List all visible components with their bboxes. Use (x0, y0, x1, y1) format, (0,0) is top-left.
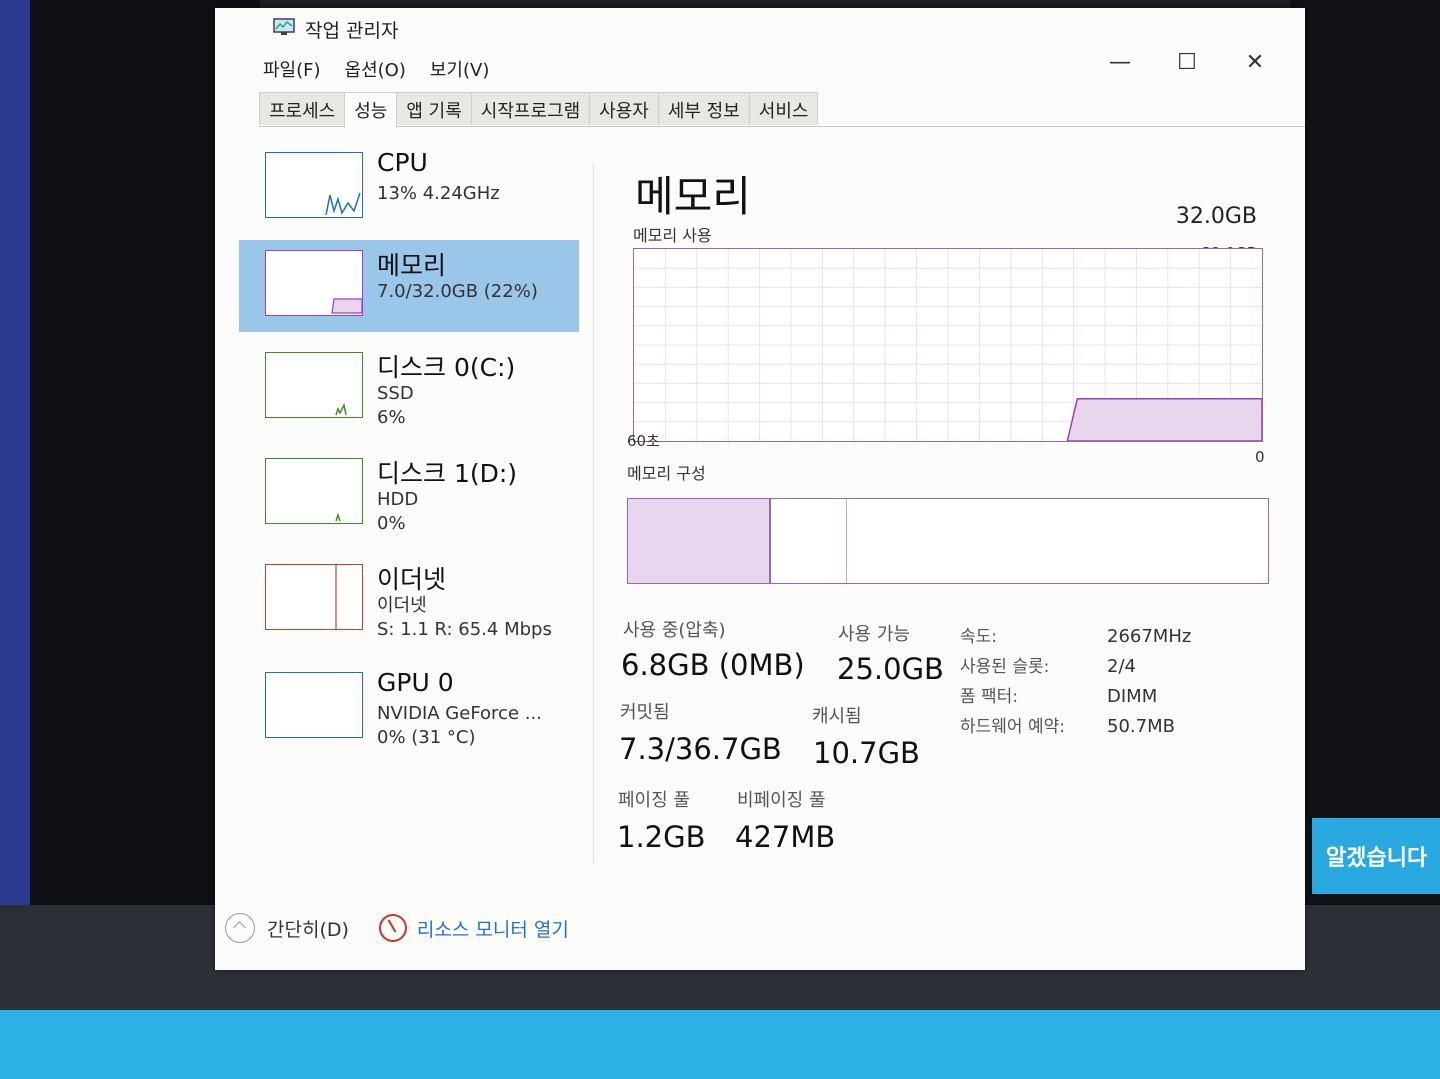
tab-details[interactable]: 세부 정보 (657, 92, 750, 125)
sidebar-item-ethernet[interactable]: 이더넷 이더넷 S: 1.1 R: 65.4 Mbps (239, 554, 579, 646)
disk1-mini-graph (335, 512, 341, 522)
cached-value: 10.7GB (813, 736, 920, 770)
sidebar-item-detail: 7.0/32.0GB (22%) (377, 281, 538, 302)
usage-graph-label: 메모리 사용 (633, 226, 712, 245)
committed-label: 커밋됨 (620, 702, 670, 723)
sidebar-item-title: CPU (377, 148, 428, 177)
cpu-mini-graph (325, 192, 361, 216)
task-manager-window: 작업 관리자 — ☐ ✕ 파일(F) 옵션(O) 보기(V) 프로세스 성능 앱… (215, 8, 1305, 970)
disk0-type: SSD (377, 383, 414, 404)
title-bar: 작업 관리자 — ☐ ✕ (215, 8, 1305, 75)
ethernet-thumbnail (265, 564, 363, 630)
spec-hw-reserved-value: 50.7MB (1107, 716, 1175, 737)
ethernet-throughput: S: 1.1 R: 65.4 Mbps (377, 619, 552, 640)
memory-usage-area (1066, 398, 1262, 441)
paged-pool-label: 페이징 풀 (618, 790, 690, 811)
sidebar-item-detail: 13% 4.24GHz (377, 183, 500, 204)
composition-standby (845, 499, 847, 583)
spec-hw-reserved-label: 하드웨어 예약: (960, 717, 1065, 737)
available-value: 25.0GB (837, 652, 944, 686)
graph-time-label: 60초 (627, 432, 660, 450)
spec-slots-label: 사용된 슬롯: (960, 657, 1050, 677)
disk0-thumbnail (265, 352, 363, 418)
graph-min-label: 0 (1255, 448, 1265, 466)
menu-bar: 파일(F) 옵션(O) 보기(V) (263, 56, 489, 86)
gpu-thumbnail (265, 672, 363, 738)
resource-monitor-link[interactable]: 리소스 모니터 열기 (417, 915, 569, 942)
nonpaged-pool-value: 427MB (735, 820, 836, 854)
in-use-value: 6.8GB (0MB) (621, 648, 805, 682)
page-title: 메모리 (635, 172, 751, 221)
tab-app-history[interactable]: 앱 기록 (396, 92, 472, 125)
confirm-button[interactable]: 알겠습니다 (1312, 818, 1440, 894)
footer: 간단히(D) 리소스 모니터 열기 (225, 913, 569, 943)
desktop-bottom (0, 1010, 1440, 1079)
sidebar-item-disk1[interactable]: 디스크 1(D:) HDD 0% (239, 448, 579, 540)
disk1-usage: 0% (377, 513, 406, 534)
available-label: 사용 가능 (838, 624, 910, 645)
task-manager-icon (273, 18, 295, 35)
sidebar-item-detail: SSD 6% (377, 382, 414, 430)
close-button[interactable]: ✕ (1235, 50, 1275, 75)
spec-slots-value: 2/4 (1107, 656, 1136, 677)
tab-services[interactable]: 서비스 (748, 92, 819, 125)
collapse-chevron-icon[interactable] (225, 913, 255, 943)
sidebar-item-title: GPU 0 (377, 668, 454, 697)
spec-form-factor-label: 폼 팩터: (960, 687, 1019, 707)
ethernet-adapter: 이더넷 (377, 595, 427, 616)
cached-label: 캐시됨 (812, 706, 862, 727)
tab-processes[interactable]: 프로세스 (259, 92, 346, 125)
menu-file[interactable]: 파일(F) (263, 56, 321, 86)
nonpaged-pool-label: 비페이징 풀 (737, 790, 826, 811)
total-capacity: 32.0GB (1175, 204, 1257, 229)
menu-view[interactable]: 보기(V) (430, 56, 489, 86)
committed-value: 7.3/36.7GB (619, 732, 782, 766)
minimize-button[interactable]: — (1100, 50, 1140, 75)
maximize-button[interactable]: ☐ (1167, 50, 1207, 75)
spec-speed-value: 2667MHz (1107, 626, 1192, 647)
gpu-usage: 0% (31 °C) (377, 727, 476, 748)
panel-divider (593, 163, 594, 863)
sidebar-item-gpu[interactable]: GPU 0 NVIDIA GeForce ... 0% (31 °C) (239, 662, 579, 754)
ethernet-mini-graph (335, 565, 337, 629)
gpu-name: NVIDIA GeForce ... (377, 703, 542, 724)
menu-options[interactable]: 옵션(O) (345, 56, 406, 86)
sidebar-item-disk0[interactable]: 디스크 0(C:) SSD 6% (239, 342, 579, 434)
in-use-label: 사용 중(압축) (623, 620, 726, 641)
disk1-type: HDD (377, 489, 419, 510)
tab-strip: 프로세스 성능 앱 기록 시작프로그램 사용자 세부 정보 서비스 (259, 92, 1305, 128)
cpu-thumbnail (265, 152, 363, 218)
sidebar-item-detail: NVIDIA GeForce ... 0% (31 °C) (377, 702, 542, 750)
paged-pool-value: 1.2GB (617, 820, 706, 854)
sidebar-item-detail: HDD 0% (377, 488, 418, 536)
sidebar-item-title: 디스크 0(C:) (377, 353, 516, 382)
sidebar-item-title: 이더넷 (377, 565, 447, 594)
spec-speed-label: 속도: (960, 627, 998, 647)
sidebar-item-title: 디스크 1(D:) (377, 459, 518, 488)
memory-composition-bar (627, 498, 1269, 584)
memory-usage-plot (634, 249, 1262, 441)
tab-startup[interactable]: 시작프로그램 (470, 92, 591, 125)
sidebar-item-title: 메모리 (377, 251, 447, 280)
performance-sidebar: CPU 13% 4.24GHz 메모리 7.0/32.0GB (22%) 디스크… (239, 142, 584, 902)
disk0-mini-graph (335, 402, 347, 416)
disk1-thumbnail (265, 458, 363, 524)
memory-usage-graph (633, 248, 1263, 442)
composition-label: 메모리 구성 (627, 464, 706, 483)
composition-in-use (628, 499, 771, 583)
resource-monitor-icon (378, 914, 407, 942)
disk0-usage: 6% (377, 407, 406, 428)
memory-mini-graph (331, 298, 363, 314)
memory-thumbnail (265, 250, 363, 316)
sidebar-item-detail: 이더넷 S: 1.1 R: 65.4 Mbps (377, 594, 552, 642)
sidebar-item-memory[interactable]: 메모리 7.0/32.0GB (22%) (239, 240, 579, 332)
window-title: 작업 관리자 (305, 20, 399, 42)
spec-form-factor-value: DIMM (1107, 686, 1158, 707)
fewer-details-link[interactable]: 간단히(D) (267, 915, 349, 942)
tab-users[interactable]: 사용자 (589, 92, 659, 125)
tab-performance[interactable]: 성능 (344, 92, 398, 128)
sidebar-item-cpu[interactable]: CPU 13% 4.24GHz (239, 142, 579, 234)
